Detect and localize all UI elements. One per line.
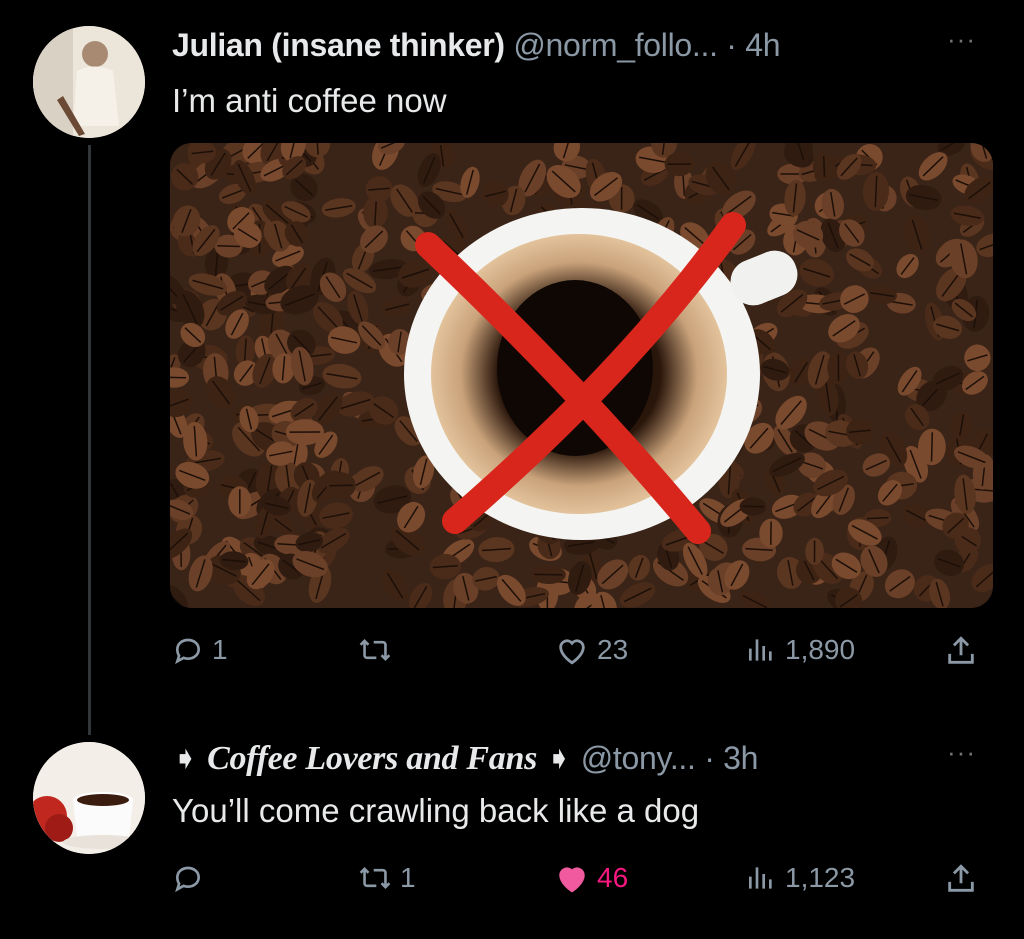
tweet-text: You’ll come crawling back like a dog [172, 792, 700, 829]
reply-icon [175, 866, 201, 893]
views-icon [749, 867, 772, 889]
author-name[interactable]: Coffee Lovers and Fans [207, 740, 537, 777]
like-count: 23 [597, 634, 629, 665]
share-button[interactable] [944, 862, 978, 896]
retweet-button[interactable] [358, 634, 400, 666]
views-button[interactable]: 1,123 [745, 862, 855, 894]
tweet1-header: Julian (insane thinker) @norm_follo... ·… [172, 27, 781, 64]
views-count: 1,123 [785, 862, 856, 893]
avatar-coffee-lovers[interactable] [33, 742, 145, 854]
timestamp[interactable]: 3h [723, 740, 758, 776]
like-icon [559, 639, 585, 665]
share-button[interactable] [944, 634, 978, 668]
views-count: 1,890 [785, 634, 856, 665]
retweet-icon [359, 866, 391, 890]
separator-dot: · [695, 740, 724, 776]
more-icon[interactable]: ··· [947, 737, 976, 768]
views-button[interactable]: 1,890 [745, 634, 855, 666]
timestamp[interactable]: 4h [745, 27, 780, 63]
share-icon [948, 864, 974, 892]
reply-count: 1 [212, 634, 228, 665]
coffee-beans-image [170, 143, 993, 608]
tweet1-actions: 1 23 1,890 [0, 628, 1024, 678]
like-button[interactable]: 23 [555, 634, 628, 666]
liked-heart-icon [559, 867, 585, 893]
name-prefix-arrow-icon: ➧ [172, 740, 208, 776]
author-handle[interactable]: @norm_follo... [513, 27, 718, 63]
author-handle[interactable]: @tony... [581, 740, 696, 776]
tweet-text: I’m anti coffee now [172, 82, 447, 119]
views-icon [749, 639, 772, 661]
retweet-icon [359, 638, 391, 662]
like-count: 46 [597, 862, 629, 893]
retweet-button[interactable]: 1 [358, 862, 416, 894]
reply-icon [175, 638, 201, 665]
reply-button[interactable] [172, 862, 212, 894]
reply-button[interactable]: 1 [172, 634, 228, 666]
tweet-image[interactable] [170, 143, 993, 608]
tweet2-actions: 1 46 1,123 [0, 856, 1024, 906]
author-name[interactable]: Julian (insane thinker) [172, 27, 505, 63]
name-suffix-arrow-icon: ➧ [537, 740, 573, 776]
retweet-count: 1 [400, 862, 416, 893]
tweet2-header: ➧ Coffee Lovers and Fans ➧ @tony... · 3h [172, 739, 758, 778]
separator-dot: · [717, 27, 746, 63]
like-button[interactable]: 46 [555, 862, 628, 894]
more-icon[interactable]: ··· [947, 24, 976, 55]
share-icon [948, 636, 974, 664]
avatar-julian[interactable] [33, 26, 145, 138]
